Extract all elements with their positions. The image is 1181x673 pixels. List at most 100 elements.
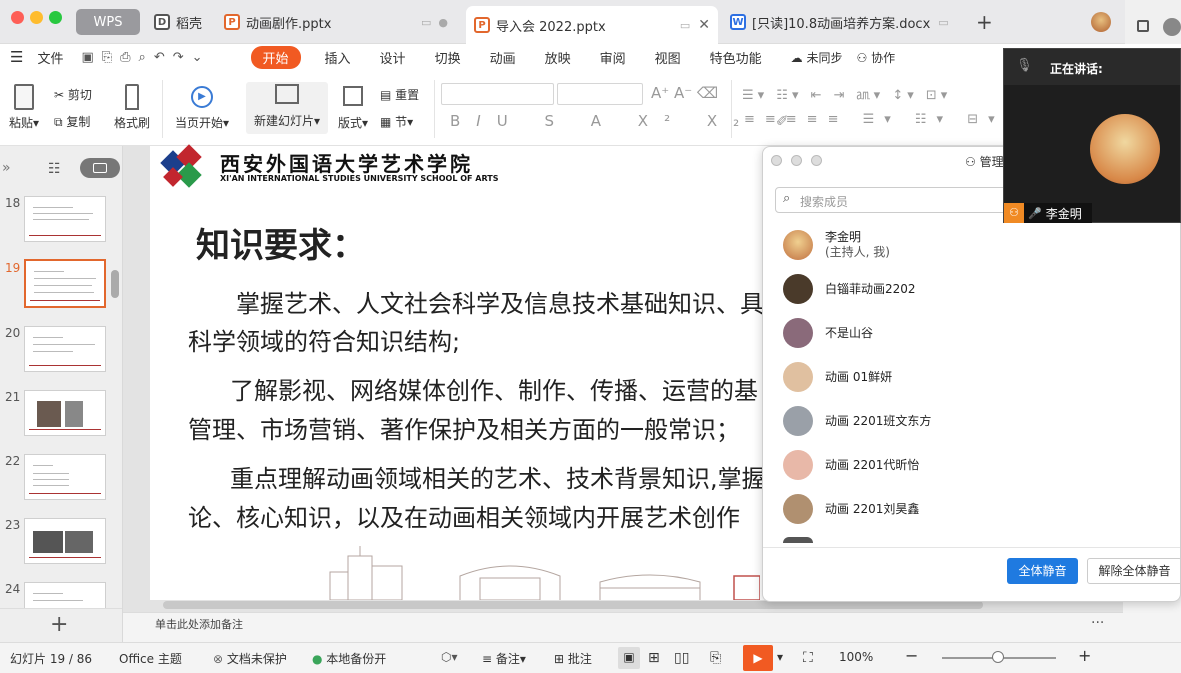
thumbnail-scrollbar[interactable] [111,270,119,298]
menu-transition[interactable]: 切换 [435,48,461,67]
more-icon[interactable]: ··· [1091,615,1104,631]
member-avatar [783,274,813,304]
tab-wps-home[interactable]: WPS [76,9,140,35]
add-slide-icon[interactable]: + [50,612,68,637]
panel-maximize-button[interactable] [811,155,822,166]
slide-number: 23 [5,518,21,532]
theme-name[interactable]: Office 主题 [119,650,182,667]
zoom-out-icon[interactable]: − [905,646,918,665]
menu-special-features[interactable]: 特色功能 [710,48,762,67]
hamburger-icon[interactable]: ☰ [10,48,23,66]
notes-toggle[interactable]: ≡ 备注▾ [482,650,526,667]
play-from-current-button[interactable]: ▶ 当页开始▾ [170,86,234,131]
close-tab-icon[interactable]: ✕ [698,17,710,33]
zoom-slider-handle[interactable] [992,651,1004,663]
normal-view-icon[interactable]: ▣ [618,647,640,669]
copy-button[interactable]: ⧉ 复制 [54,113,90,130]
panel-minimize-button[interactable] [791,155,802,166]
font-name-combo[interactable] [441,83,554,105]
new-slide-button[interactable]: 新建幻灯片▾ [246,82,328,134]
reading-view-icon[interactable]: ▯▯ [674,650,689,666]
search-placeholder: 搜索成员 [800,195,849,209]
tab-orientation-2022[interactable]: P 导入会 2022.pptx ▭ ✕ [466,6,718,44]
cloud-icon: ☁ [790,50,807,65]
collapse-pane-icon[interactable]: » [2,160,11,176]
member-row[interactable]: 白锱菲动画2202 [783,273,916,305]
account-icon[interactable] [1163,18,1181,36]
slide-body-line: 论、核心知识，以及在动画相关领域内开展艺术创作 [188,504,740,532]
tab-training-plan[interactable]: W [只读]10.8动画培养方案.docx ▭ [722,6,962,38]
reset-button[interactable]: ▤ 重置 [380,86,419,103]
format-painter-button[interactable]: 格式刷 [112,84,152,131]
close-window-button[interactable] [11,11,24,24]
tab-docer[interactable]: D 稻壳 [146,6,212,38]
font-size-combo[interactable] [557,83,643,105]
collaborate-button[interactable]: ⚇ 协作 [857,49,896,66]
panel-close-button[interactable] [771,155,782,166]
slide-thumbnail-22[interactable] [24,454,106,500]
menu-file[interactable]: 文件 [37,48,63,67]
search-icon: ⌕ [783,191,791,206]
maximize-window-button[interactable] [49,11,62,24]
smart-beautify-icon[interactable]: ⬡▾ [441,650,458,664]
menu-review[interactable]: 审阅 [600,48,626,67]
slide-thumbnail-pane: » ☷ 18 19 20 21 22 23 24 + [0,146,123,642]
member-row[interactable]: 动画 01鲜妍 [783,361,892,393]
horizontal-scrollbar[interactable] [163,601,983,609]
menu-animation[interactable]: 动画 [490,48,516,67]
menu-slideshow[interactable]: 放映 [545,48,571,67]
notes-pane[interactable]: 单击此处添加备注 ··· [123,612,1123,642]
play-options-icon[interactable]: ▾ [777,650,783,664]
presenter-tools-icon[interactable]: ⎘ [710,650,721,666]
unmute-all-button[interactable]: 解除全体静音 [1087,558,1180,584]
font-grow-icon[interactable]: A⁺ A⁻ ⌫ [651,84,718,102]
slide-number: 24 [5,582,21,596]
zoom-level[interactable]: 100% [839,650,873,664]
comments-toggle[interactable]: ⊞ 批注 [554,650,592,667]
member-row[interactable]: 动画 2201代昕怡 [783,449,919,481]
zoom-in-icon[interactable]: + [1078,646,1091,665]
play-slideshow-button[interactable]: ▶ [743,645,773,671]
cut-button[interactable]: ✂ 剪切 [54,86,92,103]
local-backup[interactable]: ● 本地备份开 [312,650,386,667]
tab-animation-script[interactable]: P 动画剧作.pptx ▭ ● [216,6,456,38]
system-sidebar [1125,0,1181,44]
outline-view-icon[interactable]: ☷ [48,161,61,177]
slide-sorter-icon[interactable]: ⊞ [648,650,660,666]
document-protection[interactable]: ⊗ 文档未保护 [213,650,287,667]
menu-design[interactable]: 设计 [380,48,406,67]
list-format-icons[interactable]: ☰▾ ☷▾ ⇤ ⇥ ㏂▾ ↕▾ ⊡▾ [742,84,951,103]
slide-thumbnail-18[interactable] [24,196,106,242]
sidebar-toggle-icon[interactable] [1137,20,1149,32]
section-button[interactable]: ▦ 节▾ [380,113,413,130]
menu-insert[interactable]: 插入 [325,48,351,67]
slide-thumbnail-19[interactable] [24,259,106,308]
quick-access-icons[interactable]: ▣⎘⎙⌕↶↷⌄ [81,50,210,65]
tab-bar: WPS D 稻壳 P 动画剧作.pptx ▭ ● P 导入会 2022.pptx… [0,0,1181,44]
member-row[interactable]: 李金明 (主持人, 我) [783,229,890,261]
new-tab-icon[interactable]: + [976,10,993,34]
word-file-icon: W [730,14,746,30]
member-row[interactable]: 动画 2201班文东方 [783,405,931,437]
slide-body-line: 管理、市场营销、著作保护及相关方面的一般常识； [188,416,740,444]
member-row[interactable]: 动画 2201刘昊鑫 [783,493,919,525]
minimize-window-button[interactable] [30,11,43,24]
menu-home[interactable]: 开始 [250,45,301,69]
slide-thumbnail-21[interactable] [24,390,106,436]
window-icon: ▭ ● [421,15,448,29]
user-avatar[interactable] [1091,12,1111,32]
menu-view[interactable]: 视图 [655,48,681,67]
member-row[interactable]: 不是山谷 [783,317,873,349]
paste-button[interactable]: 粘贴▾ [8,84,40,131]
thumbnail-view-toggle[interactable] [80,158,120,178]
slide-thumbnail-24[interactable] [24,582,106,610]
slide-thumbnail-23[interactable] [24,518,106,564]
paragraph-align-icons[interactable]: ≡≡≡≡≡ ☰▾ ☷▾ ⊟▾ [744,112,1005,127]
slides-icon [93,163,107,173]
layout-button[interactable]: 版式▾ [336,86,370,131]
fit-window-icon[interactable]: ⛶ [803,650,813,666]
slide-thumbnail-20[interactable] [24,326,106,372]
mute-all-button[interactable]: 全体静音 [1007,558,1078,584]
ppt-file-icon: P [224,14,240,30]
sync-status[interactable]: ☁ 未同步 [791,49,843,66]
